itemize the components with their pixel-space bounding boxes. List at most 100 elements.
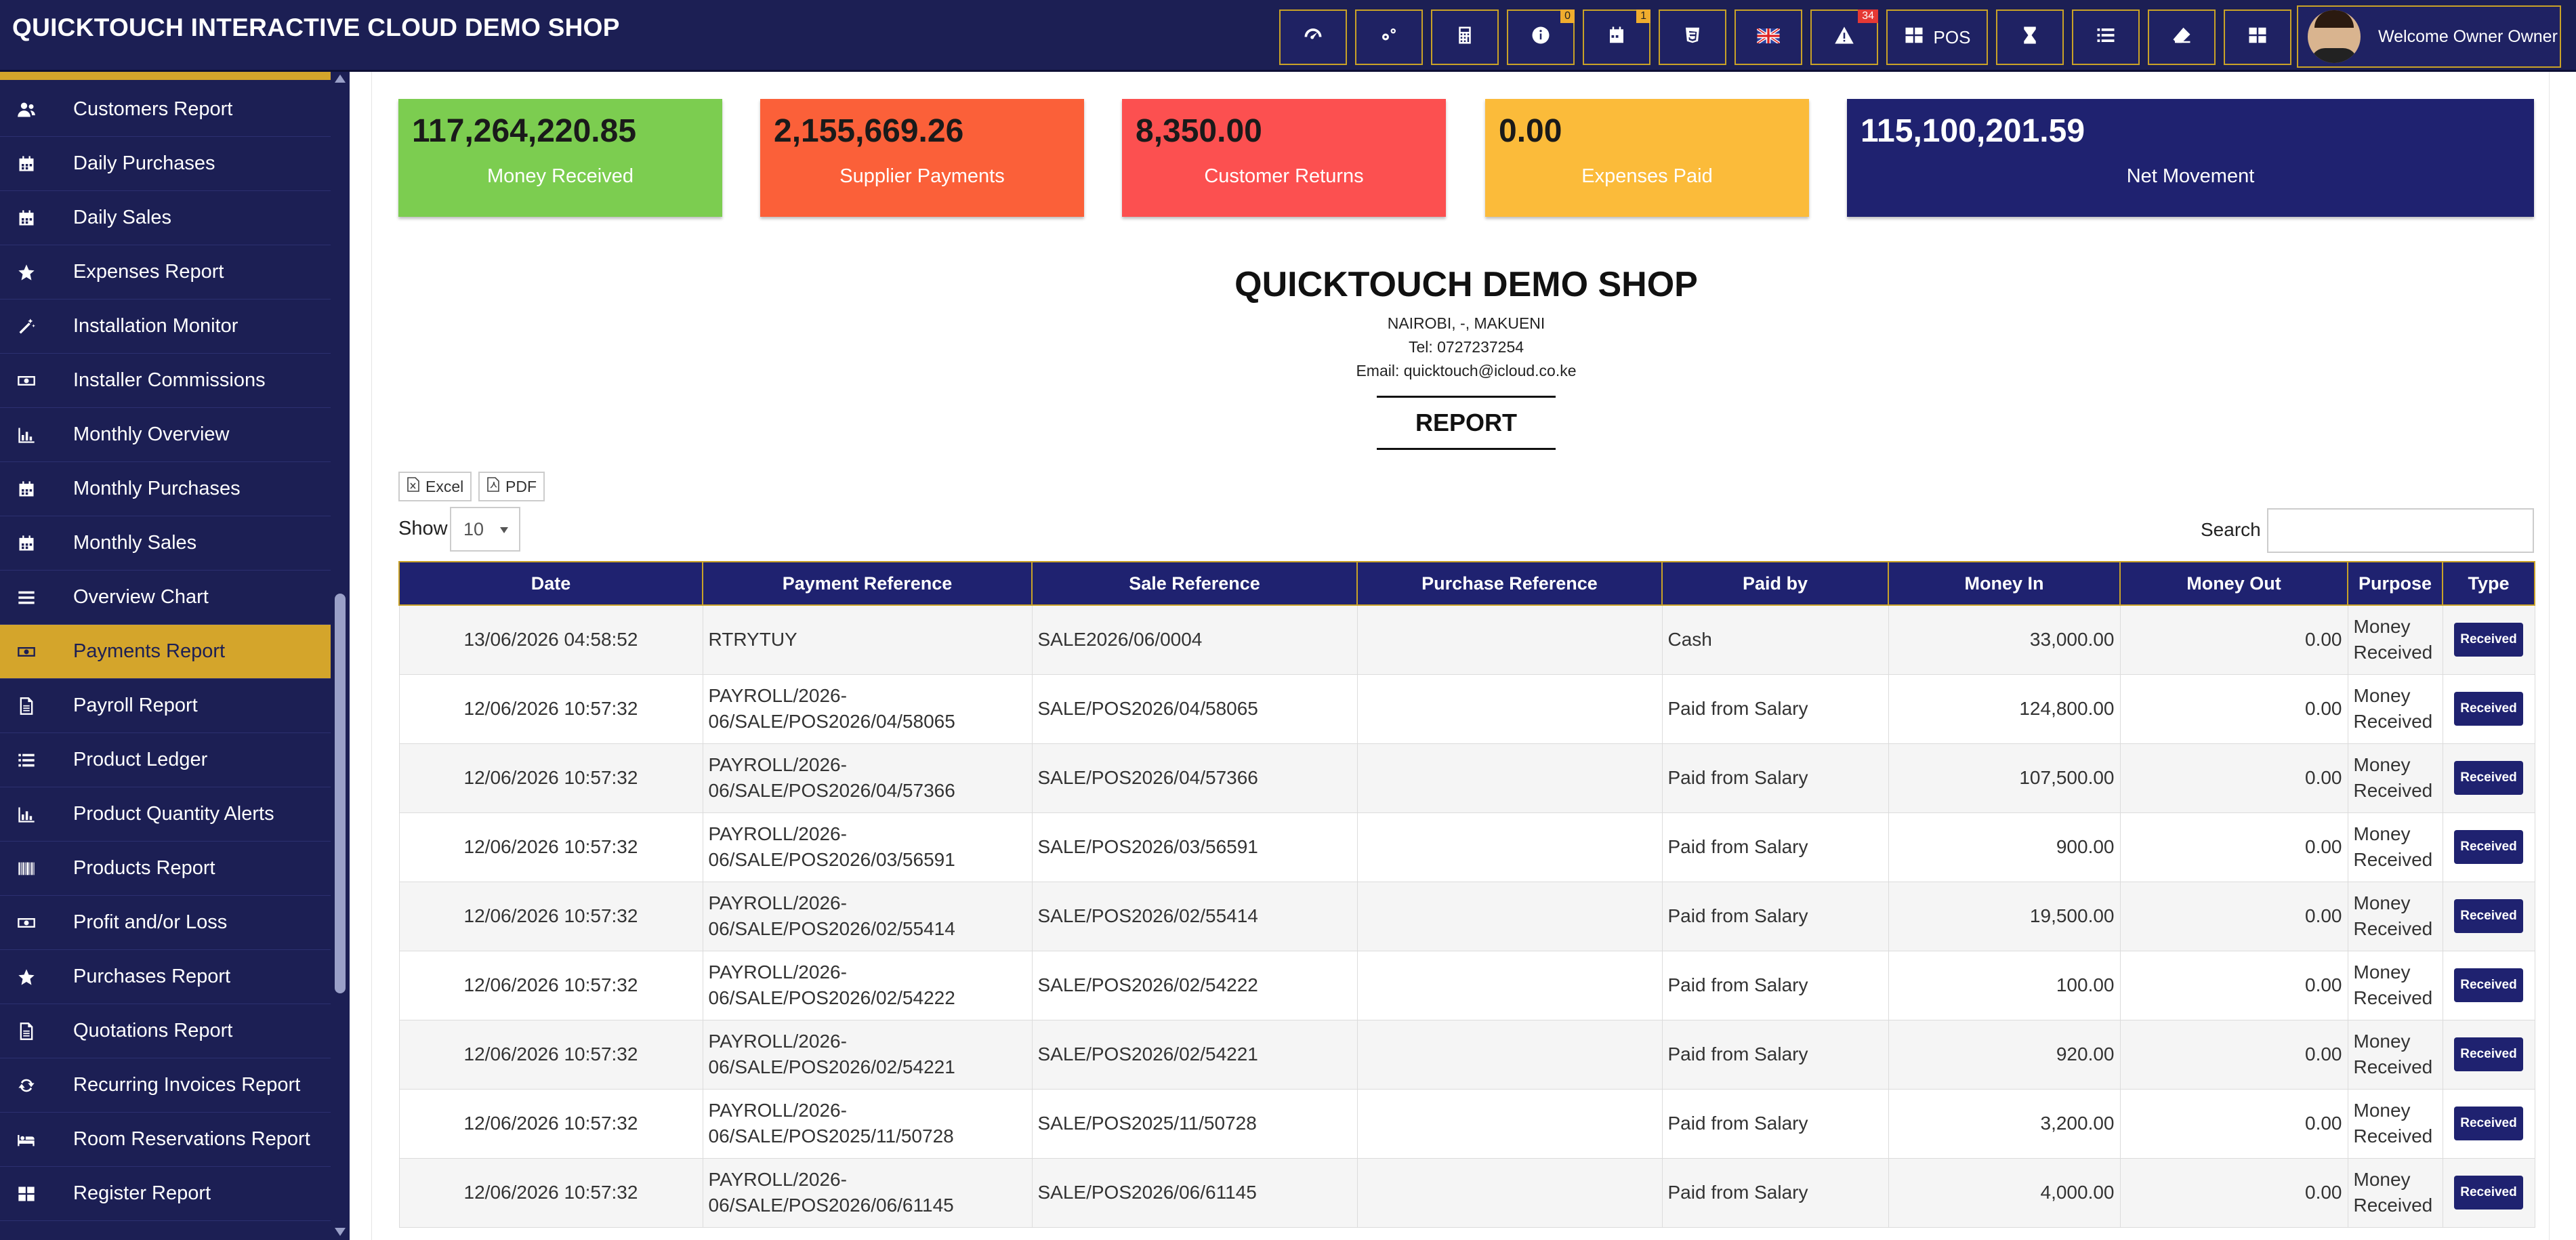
sidebar-item-label: Product Ledger	[73, 749, 208, 770]
list-icon	[2096, 25, 2116, 50]
column-header-purchase-reference[interactable]: Purchase Reference	[1356, 561, 1663, 606]
sidebar-item-room-reservations-report[interactable]: Room Reservations Report	[0, 1113, 331, 1167]
hourglass-button[interactable]	[1996, 9, 2064, 65]
column-header-payment-reference[interactable]: Payment Reference	[702, 561, 1033, 606]
money-icon	[16, 913, 37, 933]
cell-sale-reference: SALE/POS2026/02/54222	[1031, 950, 1358, 1020]
calculator-button[interactable]	[1431, 9, 1499, 65]
table-header-row: Date Payment Reference Sale Reference Purch…	[398, 561, 2535, 606]
sidebar-item-register-report[interactable]: Register Report	[0, 1167, 331, 1221]
card-expenses-paid: 0.00 Expenses Paid	[1485, 99, 1809, 217]
sidebar-item-label: Quotations Report	[73, 1020, 233, 1041]
column-header-sale-reference[interactable]: Sale Reference	[1031, 561, 1358, 606]
sidebar: Customers Report Daily Purchases Daily Sal…	[0, 72, 331, 1240]
sidebar-item-profit-and-or-loss[interactable]: Profit and/or Loss	[0, 896, 331, 950]
cell-paid-by: Paid from Salary	[1661, 950, 1889, 1020]
sidebar-item-label: Profit and/or Loss	[73, 911, 228, 933]
sidebar-item-product-ledger[interactable]: Product Ledger	[0, 733, 331, 787]
cell-money-out: 0.00	[2119, 1019, 2348, 1090]
column-header-purpose[interactable]: Purpose	[2347, 561, 2443, 606]
table-row[interactable]: 12/06/2026 10:57:32 PAYROLL/2026-06/SALE/…	[398, 1157, 2535, 1228]
table-row[interactable]: 12/06/2026 10:57:32 PAYROLL/2026-06/SALE/…	[398, 881, 2535, 951]
calendar-button[interactable]: 1	[1583, 9, 1650, 65]
file-pdf-icon	[486, 477, 505, 496]
dashboard-button[interactable]	[1279, 9, 1347, 65]
sidebar-item-daily-purchases[interactable]: Daily Purchases	[0, 137, 331, 191]
pos-button[interactable]: POS	[1886, 9, 1988, 65]
list-button[interactable]	[2072, 9, 2140, 65]
scroll-up-arrow-icon[interactable]	[335, 75, 346, 83]
sidebar-item-customers-report[interactable]: Customers Report	[0, 83, 331, 137]
type-badge: Received	[2454, 623, 2523, 657]
cell-sale-reference: SALE/POS2026/03/56591	[1031, 812, 1358, 882]
hourglass-icon	[2020, 25, 2040, 50]
alerts-button[interactable]: 34	[1810, 9, 1878, 65]
cell-paid-by: Paid from Salary	[1661, 1019, 1889, 1090]
show-entries-select[interactable]: 10	[450, 507, 520, 552]
dashboard-icon	[1303, 25, 1323, 50]
sidebar-item-payments-report[interactable]: Payments Report	[0, 625, 331, 679]
sidebar-item-payroll-report[interactable]: Payroll Report	[0, 679, 331, 733]
toolbar: 0 1 34 POS	[1279, 9, 2291, 65]
table-row[interactable]: 12/06/2026 10:57:32 PAYROLL/2026-06/SALE/…	[398, 1019, 2535, 1090]
cell-money-out: 0.00	[2119, 743, 2348, 813]
calendar-icon	[16, 154, 37, 174]
column-header-type[interactable]: Type	[2442, 561, 2535, 606]
pdf-export-button[interactable]: PDF	[478, 472, 545, 501]
column-header-money-in[interactable]: Money In	[1888, 561, 2121, 606]
cell-payment-reference: PAYROLL/2026-06/SALE/POS2026/06/61145	[702, 1157, 1033, 1228]
column-header-money-out[interactable]: Money Out	[2119, 561, 2348, 606]
table-row[interactable]: 12/06/2026 10:57:32 PAYROLL/2026-06/SALE/…	[398, 1088, 2535, 1159]
eraser-button[interactable]	[2148, 9, 2216, 65]
table-row[interactable]: 12/06/2026 10:57:32 PAYROLL/2026-06/SALE/…	[398, 743, 2535, 813]
search-input[interactable]	[2267, 508, 2534, 553]
table-row[interactable]: 12/06/2026 10:57:32 PAYROLL/2026-06/SALE/…	[398, 812, 2535, 882]
sidebar-item-daily-sales[interactable]: Daily Sales	[0, 191, 331, 245]
table-row[interactable]: 13/06/2026 04:58:52 RTRYTUY SALE2026/06/00…	[398, 604, 2535, 675]
info-button[interactable]: 0	[1507, 9, 1575, 65]
cell-money-in: 19,500.00	[1888, 881, 2121, 951]
cell-paid-by: Cash	[1661, 604, 1889, 675]
cell-sale-reference: SALE2026/06/0004	[1031, 604, 1358, 675]
cell-payment-reference: RTRYTUY	[702, 604, 1033, 675]
cell-purchase-reference	[1356, 881, 1663, 951]
user-menu-button[interactable]: Welcome Owner Owner	[2297, 5, 2561, 68]
css-button[interactable]	[1659, 9, 1726, 65]
sidebar-item-purchases-report[interactable]: Purchases Report	[0, 950, 331, 1004]
table-row[interactable]: 12/06/2026 10:57:32 PAYROLL/2026-06/SALE/…	[398, 674, 2535, 744]
show-entries-value: 10	[463, 518, 484, 539]
card-money-received: 117,264,220.85 Money Received	[398, 99, 722, 217]
sidebar-item-recurring-invoices-report[interactable]: Recurring Invoices Report	[0, 1058, 331, 1113]
card-label: Money Received	[487, 165, 633, 187]
sidebar-item-products-report[interactable]: Products Report	[0, 842, 331, 896]
sidebar-item-overview-chart[interactable]: Overview Chart	[0, 571, 331, 625]
money-icon	[16, 371, 37, 391]
settings-button[interactable]	[1355, 9, 1423, 65]
type-badge: Received	[2454, 761, 2523, 795]
excel-export-button[interactable]: Excel	[398, 472, 472, 501]
language-button[interactable]	[1734, 9, 1802, 65]
sidebar-item-quotations-report[interactable]: Quotations Report	[0, 1004, 331, 1058]
layout-button[interactable]	[2224, 9, 2291, 65]
column-header-paid-by[interactable]: Paid by	[1661, 561, 1889, 606]
column-header-date[interactable]: Date	[398, 561, 703, 606]
sidebar-item-installation-monitor[interactable]: Installation Monitor	[0, 299, 331, 354]
scroll-down-arrow-icon[interactable]	[335, 1228, 346, 1236]
cell-sale-reference: SALE/POS2026/04/57366	[1031, 743, 1358, 813]
sidebar-scrollbar[interactable]	[331, 72, 350, 1240]
sidebar-item-monthly-sales[interactable]: Monthly Sales	[0, 516, 331, 571]
sidebar-item-installer-commissions[interactable]: Installer Commissions	[0, 354, 331, 408]
sidebar-item-label: Installer Commissions	[73, 369, 266, 391]
cell-purpose: Money Received	[2347, 881, 2443, 951]
cell-date: 12/06/2026 10:57:32	[398, 950, 703, 1020]
sidebar-item-monthly-overview[interactable]: Monthly Overview	[0, 408, 331, 462]
type-badge: Received	[2454, 1107, 2523, 1140]
sidebar-item-product-quantity-alerts[interactable]: Product Quantity Alerts	[0, 787, 331, 842]
sidebar-item-expenses-report[interactable]: Expenses Report	[0, 245, 331, 299]
info-icon	[1531, 25, 1551, 50]
table-row[interactable]: 12/06/2026 10:57:32 PAYROLL/2026-06/SALE/…	[398, 950, 2535, 1020]
card-label: Net Movement	[2126, 165, 2255, 187]
scrollbar-thumb[interactable]	[335, 594, 346, 993]
card-customer-returns: 8,350.00 Customer Returns	[1122, 99, 1446, 217]
sidebar-item-monthly-purchases[interactable]: Monthly Purchases	[0, 462, 331, 516]
